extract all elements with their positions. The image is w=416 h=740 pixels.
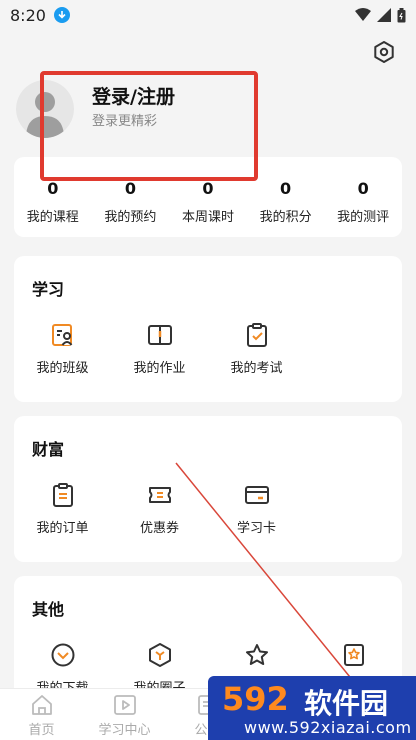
watermark-url: www.592xiazai.com (244, 718, 412, 737)
stat-label: 本周课时 (181, 210, 234, 225)
stat-my-assessments[interactable]: 0 我的测评 (324, 157, 402, 237)
nav-tab-label: 首页 (28, 723, 55, 738)
status-time: 8:20 (10, 5, 46, 25)
coupon-icon (148, 487, 171, 503)
watermark-number: 592 (222, 680, 289, 718)
section-title: 财富 (32, 440, 65, 459)
menu-item-my-orders[interactable]: 我的订单 (14, 482, 111, 536)
menu-item-my-class[interactable]: 我的班级 (14, 322, 111, 376)
circle-icon (148, 643, 171, 667)
menu-item-label: 我的订单 (36, 521, 89, 536)
gear-icon (374, 41, 394, 63)
stat-value: 0 (202, 179, 214, 198)
battery-icon (397, 7, 406, 22)
exam-icon (246, 323, 267, 347)
wifi-icon (355, 8, 371, 21)
menu-item-label: 我的考试 (230, 361, 283, 376)
signal-icon (377, 8, 391, 22)
status-bar: 8:20 (0, 0, 416, 30)
menu-item-my-exam[interactable]: 我的考试 (208, 322, 305, 376)
star-icon (245, 644, 268, 665)
stat-value: 0 (124, 179, 136, 198)
settings-button[interactable] (370, 38, 398, 66)
nav-tab-label: 学习中心 (98, 723, 151, 738)
section-title: 其他 (32, 600, 65, 619)
play-icon (113, 695, 136, 715)
watermark-logo: 592 软件园 www.592xiazai.com (208, 676, 416, 740)
section-title: 学习 (32, 280, 65, 299)
menu-item-coupons[interactable]: 优惠券 (111, 482, 208, 536)
menu-item-label: 学习卡 (236, 521, 276, 536)
stat-value: 0 (280, 179, 292, 198)
menu-item-label: 我的班级 (36, 361, 89, 376)
watermark-brand: 软件园 (304, 687, 389, 720)
stat-label: 我的课程 (26, 210, 79, 225)
stat-my-points[interactable]: 0 我的积分 (247, 157, 325, 237)
stat-value: 0 (47, 179, 59, 198)
stat-label: 我的积分 (259, 210, 312, 225)
menu-item-my-homework[interactable]: 我的作业 (111, 322, 208, 376)
menu-item-label: 优惠券 (139, 521, 179, 536)
stat-value: 0 (357, 179, 369, 198)
badge-icon (343, 644, 364, 666)
order-icon (52, 483, 73, 507)
class-icon (51, 324, 72, 346)
homework-icon (147, 325, 172, 345)
stat-label: 我的测评 (337, 210, 390, 225)
wealth-section: 财富 我的订单 优惠券 学习卡 (14, 416, 402, 562)
menu-item-study-card[interactable]: 学习卡 (208, 482, 305, 536)
menu-item-label: 我的作业 (133, 361, 186, 376)
highlight-annotation-box (40, 71, 258, 181)
stat-label: 我的预约 (104, 210, 157, 225)
download-icon (51, 643, 74, 667)
card-icon (244, 486, 269, 504)
nav-tab-learning-center[interactable]: 学习中心 (83, 689, 166, 740)
home-icon (31, 695, 52, 715)
nav-tab-home[interactable]: 首页 (0, 689, 83, 740)
study-section: 学习 我的班级 我的作业 我的考试 (14, 256, 402, 402)
download-status-icon (53, 7, 70, 23)
